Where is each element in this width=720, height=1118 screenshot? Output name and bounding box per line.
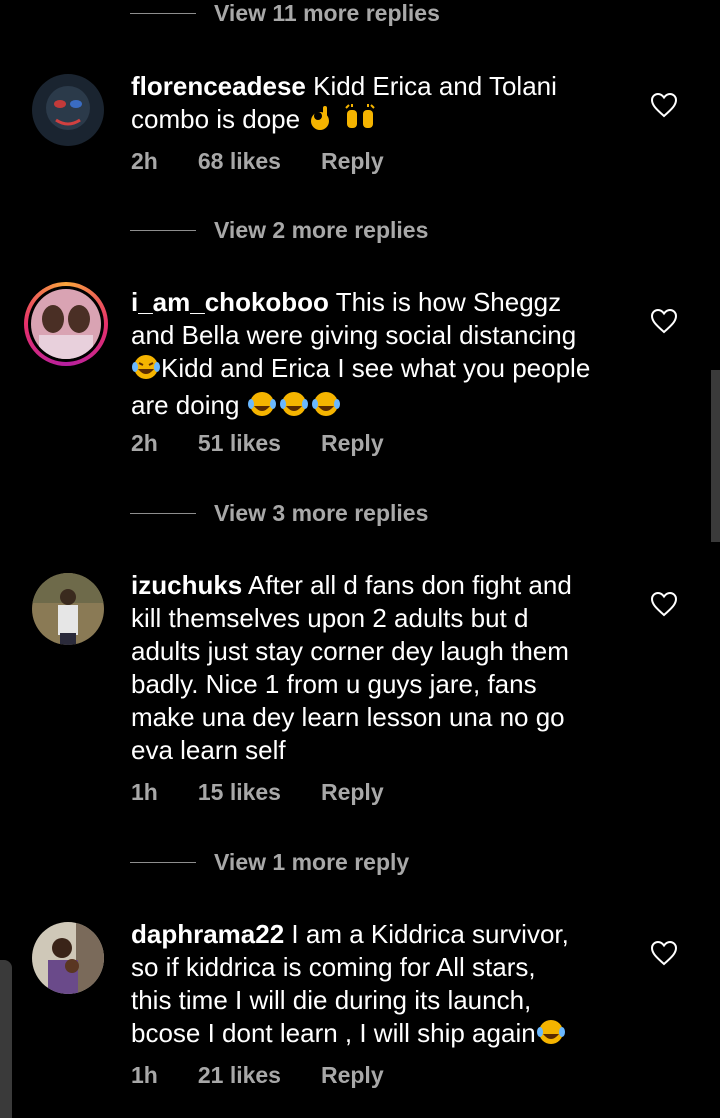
avatar[interactable]	[32, 922, 104, 994]
timestamp: 1h	[131, 1062, 158, 1088]
comment-line: combo is dope	[131, 104, 301, 134]
view-more-replies[interactable]: View 2 more replies	[130, 210, 428, 250]
raising-hands-emoji	[343, 104, 377, 140]
avatar[interactable]	[32, 74, 104, 146]
comment-meta: 2h 68 likes Reply	[131, 148, 424, 175]
view-more-replies[interactable]: View 11 more replies	[130, 0, 440, 33]
comment-meta: 1h 21 likes Reply	[131, 1062, 424, 1089]
view-more-label: View 3 more replies	[214, 499, 429, 526]
reply-button[interactable]: Reply	[321, 430, 384, 457]
divider	[130, 861, 196, 863]
tears-of-joy-emoji	[247, 390, 343, 426]
likes-count[interactable]: 21 likes	[198, 1062, 281, 1089]
likes-count[interactable]: 51 likes	[198, 430, 281, 457]
comment-line: bcose I dont learn , I will ship again	[131, 1018, 536, 1048]
reply-button[interactable]: Reply	[321, 148, 384, 175]
heart-outline-icon[interactable]	[650, 92, 678, 118]
comment-line: eva learn self	[131, 735, 286, 765]
comment-meta: 2h 51 likes Reply	[131, 430, 424, 457]
timestamp: 1h	[131, 779, 158, 805]
avatar[interactable]	[32, 573, 104, 645]
divider	[130, 12, 196, 14]
comment-text: i_am_chokoboo This is how Sheggz and Bel…	[131, 286, 631, 426]
reply-button[interactable]: Reply	[321, 1062, 384, 1089]
comment-line: and Bella were giving social distancing	[131, 320, 577, 350]
heart-outline-icon[interactable]	[650, 308, 678, 334]
comment-line: Kidd and Erica I see what you people	[161, 353, 591, 383]
divider	[130, 229, 196, 231]
comment-line: this time I will die during its launch,	[131, 985, 532, 1015]
username[interactable]: i_am_chokoboo	[131, 287, 329, 317]
comment-meta: 1h 15 likes Reply	[131, 779, 424, 806]
avatar	[31, 289, 101, 359]
tears-of-joy-emoji	[131, 353, 161, 389]
comment-text: izuchuks After all d fans don fight and …	[131, 569, 631, 767]
reply-button[interactable]: Reply	[321, 779, 384, 806]
comment-line: adults just stay corner dey laugh them	[131, 636, 569, 666]
view-more-label: View 2 more replies	[214, 216, 429, 243]
edge-handle	[0, 960, 12, 1118]
comment-line: are doing	[131, 390, 240, 420]
scrollbar[interactable]	[711, 370, 720, 542]
timestamp: 2h	[131, 430, 158, 456]
tears-of-joy-emoji	[536, 1018, 566, 1054]
username[interactable]: florenceadese	[131, 71, 306, 101]
view-more-replies[interactable]: View 3 more replies	[130, 493, 428, 533]
comment-line: I am a Kiddrica survivor,	[291, 919, 569, 949]
username[interactable]: izuchuks	[131, 570, 242, 600]
likes-count[interactable]: 68 likes	[198, 148, 281, 175]
view-more-label: View 1 more reply	[214, 848, 410, 875]
view-more-label: View 11 more replies	[214, 0, 440, 26]
comment-text: daphrama22 I am a Kiddrica survivor, so …	[131, 918, 631, 1054]
comment-line: make una dey learn lesson una no go	[131, 702, 565, 732]
view-more-replies[interactable]: View 1 more reply	[130, 842, 409, 882]
timestamp: 2h	[131, 148, 158, 174]
comment-text: florenceadese Kidd Erica and Tolani comb…	[131, 70, 631, 140]
heart-outline-icon[interactable]	[650, 591, 678, 617]
comment-line: This is how Sheggz	[335, 287, 562, 317]
comment-line: Kidd Erica and Tolani	[313, 71, 557, 101]
heart-outline-icon[interactable]	[650, 940, 678, 966]
comment-line: kill themselves upon 2 adults but d	[131, 603, 529, 633]
comment-line: badly. Nice 1 from u guys jare, fans	[131, 669, 537, 699]
comment-line: After all d fans don fight and	[248, 570, 572, 600]
divider	[130, 512, 196, 514]
comment-line: so if kiddrica is coming for All stars,	[131, 952, 536, 982]
username[interactable]: daphrama22	[131, 919, 284, 949]
likes-count[interactable]: 15 likes	[198, 779, 281, 806]
avatar-story-ring[interactable]	[24, 282, 108, 366]
ok-hand-emoji	[307, 104, 335, 140]
